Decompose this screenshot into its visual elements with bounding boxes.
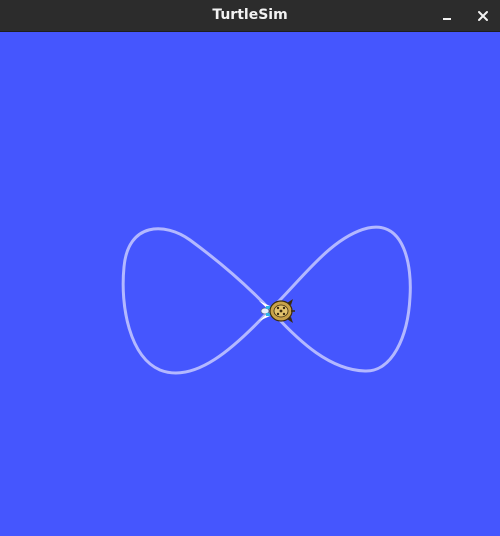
close-icon (478, 11, 488, 21)
close-button[interactable] (470, 3, 496, 29)
canvas-drawing (121, 225, 412, 375)
window-title: TurtleSim (212, 7, 288, 23)
minimize-icon (443, 18, 451, 20)
minimize-button[interactable] (434, 3, 460, 29)
title-bar[interactable]: TurtleSim (0, 0, 500, 32)
turtle-trail-path (121, 225, 412, 375)
turtlesim-window: TurtleSim (0, 0, 500, 536)
turtle-canvas (0, 32, 500, 536)
